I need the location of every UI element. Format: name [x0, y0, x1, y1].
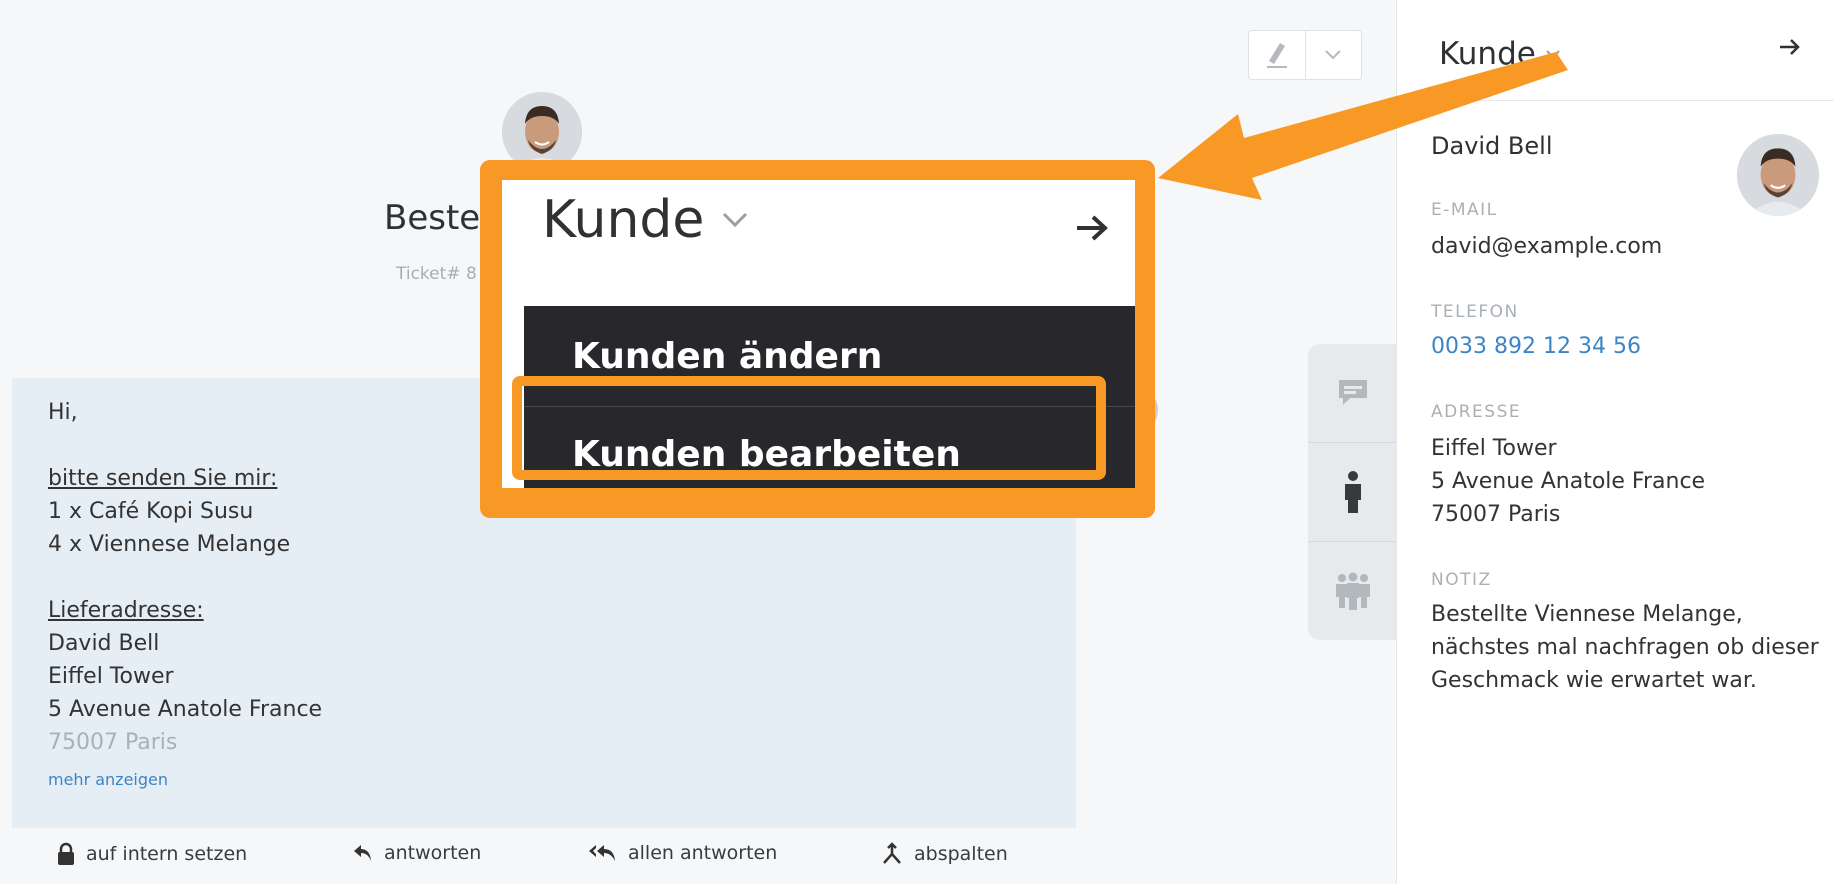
customer-avatar[interactable]	[1737, 134, 1819, 216]
edit-dropdown-button[interactable]	[1304, 31, 1362, 79]
customer-note: Bestellte Viennese Melange, nächstes mal…	[1431, 598, 1819, 697]
tab-organization[interactable]	[1308, 542, 1398, 640]
article-actions: auf intern setzen antworten allen antwor…	[0, 842, 1100, 872]
sidebar-title-dropdown[interactable]: Kunde	[1439, 36, 1560, 72]
tab-customer[interactable]	[1308, 443, 1398, 542]
customer-sidebar: Kunde David Bell E-MAIL david@example.co…	[1396, 0, 1834, 884]
note-label: NOTIZ	[1431, 570, 1492, 590]
sidebar-title: Kunde	[1439, 36, 1536, 72]
customer-phone-link[interactable]: 0033 892 12 34 56	[1431, 330, 1641, 363]
note-line: nächstes mal nachfragen ob dieser	[1431, 635, 1819, 660]
reply-button[interactable]: antworten	[352, 842, 481, 864]
arrow-right-icon	[1077, 215, 1108, 241]
article-line: bitte senden Sie mir:	[48, 466, 278, 491]
lock-icon	[58, 842, 74, 865]
article-line: 75007 Paris	[48, 730, 178, 755]
edit-button[interactable]	[1249, 31, 1305, 79]
note-line: Bestellte Viennese Melange,	[1431, 602, 1743, 627]
pen-icon	[1266, 43, 1287, 68]
chevron-down-icon	[723, 212, 748, 228]
article-line: Eiffel Tower	[48, 664, 174, 689]
set-internal-label: auf intern setzen	[86, 843, 248, 865]
tab-ticket[interactable]	[1308, 344, 1398, 443]
set-internal-button[interactable]: auf intern setzen	[56, 842, 247, 866]
split-icon	[883, 842, 901, 864]
address-line: Eiffel Tower	[1431, 436, 1557, 461]
split-label: abspalten	[914, 843, 1008, 865]
ticket-title: Beste	[384, 198, 481, 238]
article-line: David Bell	[48, 631, 160, 656]
group-icon	[1336, 572, 1370, 610]
article-line	[48, 561, 322, 594]
ticket-edit-toolbar	[1248, 30, 1362, 80]
article-line: 4 x Viennese Melange	[48, 532, 291, 557]
zoomed-title: Kunde	[542, 190, 705, 250]
email-label: E-MAIL	[1431, 200, 1498, 220]
article-line: 5 Avenue Anatole France	[48, 697, 323, 722]
avatar-face-icon	[1737, 134, 1819, 216]
reply-all-label: allen antworten	[628, 842, 778, 864]
phone-label: TELEFON	[1431, 302, 1519, 322]
article-line: 1 x Café Kopi Susu	[48, 499, 254, 524]
zoomed-close-button[interactable]	[1075, 214, 1109, 246]
zoomed-dropdown-callout: Kunde Kunden ändern Kunden bearbeiten	[480, 160, 1155, 518]
show-more-link[interactable]: mehr anzeigen	[48, 770, 168, 789]
arrow-right-icon	[1780, 39, 1800, 55]
reply-all-icon	[589, 845, 615, 861]
ticket-number: Ticket# 8	[396, 264, 477, 284]
close-sidebar-button[interactable]	[1779, 38, 1801, 60]
person-icon	[1345, 471, 1361, 513]
sidebar-tab-rail	[1308, 344, 1398, 640]
article-line	[48, 429, 322, 462]
chevron-down-icon	[1325, 50, 1341, 60]
note-line: Geschmack wie erwartet war.	[1431, 668, 1757, 693]
address-line: 5 Avenue Anatole France	[1431, 469, 1706, 494]
customer-address: Eiffel Tower 5 Avenue Anatole France 750…	[1431, 432, 1705, 531]
reply-all-button[interactable]: allen antworten	[588, 842, 777, 864]
reply-label: antworten	[384, 842, 482, 864]
highlight-box	[512, 376, 1106, 480]
address-line: 75007 Paris	[1431, 502, 1561, 527]
article-body: Hi, bitte senden Sie mir: 1 x Café Kopi …	[48, 396, 322, 759]
menu-item-change-customer[interactable]: Kunden ändern	[572, 336, 882, 377]
article-line: Lieferadresse:	[48, 598, 204, 623]
split-button[interactable]: abspalten	[880, 842, 1008, 866]
article-line: Hi,	[48, 400, 78, 425]
zoomed-title-dropdown[interactable]: Kunde	[542, 190, 748, 250]
customer-email: david@example.com	[1431, 234, 1663, 259]
chat-icon	[1339, 380, 1367, 405]
customer-name: David Bell	[1431, 132, 1553, 160]
chevron-down-icon	[1546, 49, 1560, 58]
sidebar-header: Kunde	[1397, 0, 1834, 101]
address-label: ADRESSE	[1431, 402, 1522, 422]
reply-icon	[354, 845, 371, 861]
